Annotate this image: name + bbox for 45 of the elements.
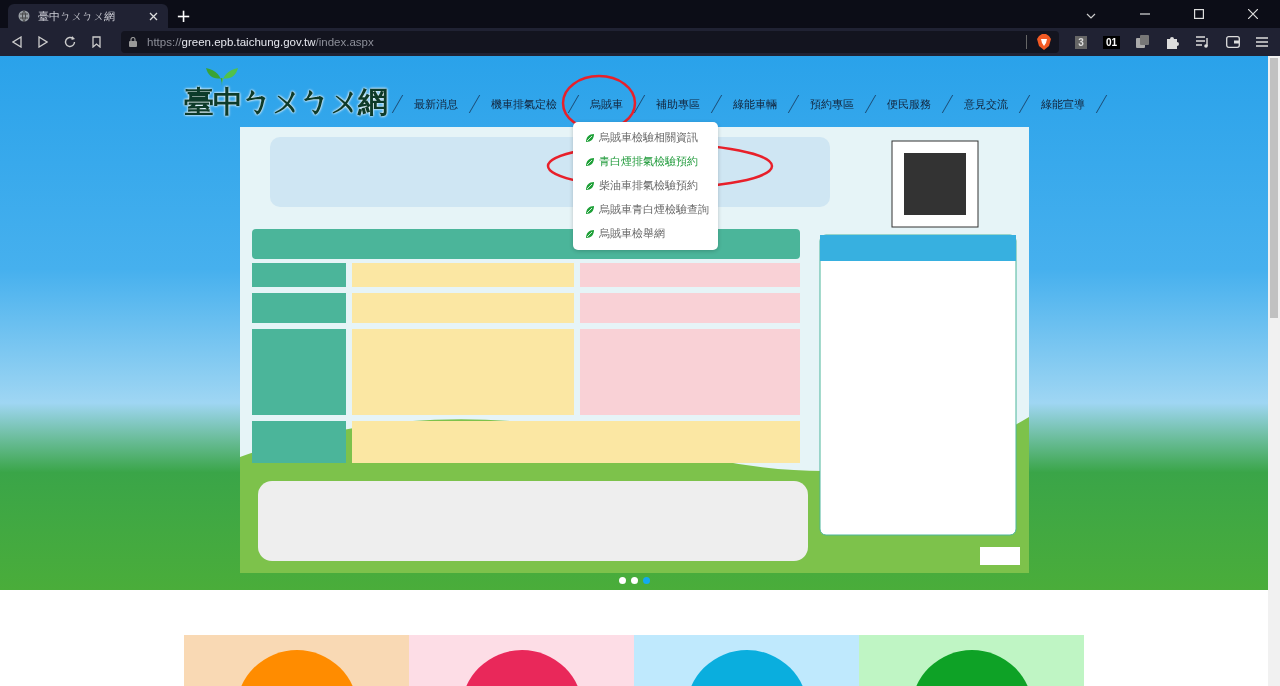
reload-icon[interactable] <box>64 36 76 48</box>
menu-item[interactable]: 烏賊車青白煙檢驗查詢 <box>573 198 718 222</box>
leaf-icon <box>585 205 595 215</box>
wallet-icon[interactable] <box>1226 36 1240 48</box>
close-icon[interactable] <box>1248 9 1258 19</box>
maximize-icon[interactable] <box>1194 9 1204 19</box>
nav-link[interactable]: 意見交流 <box>952 96 1020 112</box>
lion-shield-icon[interactable] <box>1037 34 1052 50</box>
nav-link[interactable]: 最新消息 <box>402 96 470 112</box>
copy-icon[interactable] <box>1136 35 1150 49</box>
carousel-dot[interactable] <box>642 577 650 584</box>
puzzle-icon[interactable] <box>1166 35 1180 49</box>
new-tab-button[interactable]: + <box>168 4 200 28</box>
address-bar[interactable]: https://green.epb.taichung.gov.tw/index.aspx <box>121 31 1060 53</box>
nav-link[interactable]: 綠能宣導 <box>1029 96 1097 112</box>
extension-badge[interactable]: 01 <box>1102 35 1120 49</box>
carousel-dot[interactable] <box>618 577 626 584</box>
globe-icon <box>18 10 30 22</box>
nav-link[interactable]: 預約專區 <box>798 96 866 112</box>
nav-link[interactable]: 烏賊車 <box>578 96 635 112</box>
scrollbar[interactable] <box>1268 56 1280 686</box>
url-text: https://green.epb.taichung.gov.tw/index.aspx <box>147 36 374 48</box>
back-icon[interactable] <box>12 36 22 48</box>
chevron-down-icon[interactable] <box>1086 13 1096 19</box>
extension-badge[interactable]: 3 <box>1075 35 1087 49</box>
close-icon[interactable] <box>149 11 158 21</box>
category-card[interactable] <box>859 635 1084 686</box>
nav-link[interactable]: 補助專區 <box>644 96 712 112</box>
scrollbar-thumb[interactable] <box>1270 58 1278 318</box>
nav-link[interactable]: 便民服務 <box>875 96 943 112</box>
leaf-icon <box>585 133 595 143</box>
playlist-icon[interactable] <box>1196 36 1210 48</box>
browser-tab[interactable]: 臺中ㄅㄨㄅㄨ網 <box>8 4 168 28</box>
site-logo[interactable]: 臺中ㄅㄨㄅㄨ網 <box>184 82 387 123</box>
nav-link[interactable]: 機車排氣定檢 <box>479 96 569 112</box>
bookmark-icon[interactable] <box>92 36 101 48</box>
nav-link[interactable]: 綠能車輛 <box>721 96 789 112</box>
leaf-icon <box>585 229 595 239</box>
menu-item[interactable]: 烏賊車檢舉網 <box>573 222 718 246</box>
carousel-dot[interactable] <box>630 577 638 584</box>
menu-icon[interactable] <box>1256 36 1268 48</box>
forward-icon[interactable] <box>38 36 48 48</box>
tab-title: 臺中ㄅㄨㄅㄨ網 <box>38 8 116 24</box>
category-card[interactable] <box>409 635 634 686</box>
lock-icon <box>129 37 137 47</box>
